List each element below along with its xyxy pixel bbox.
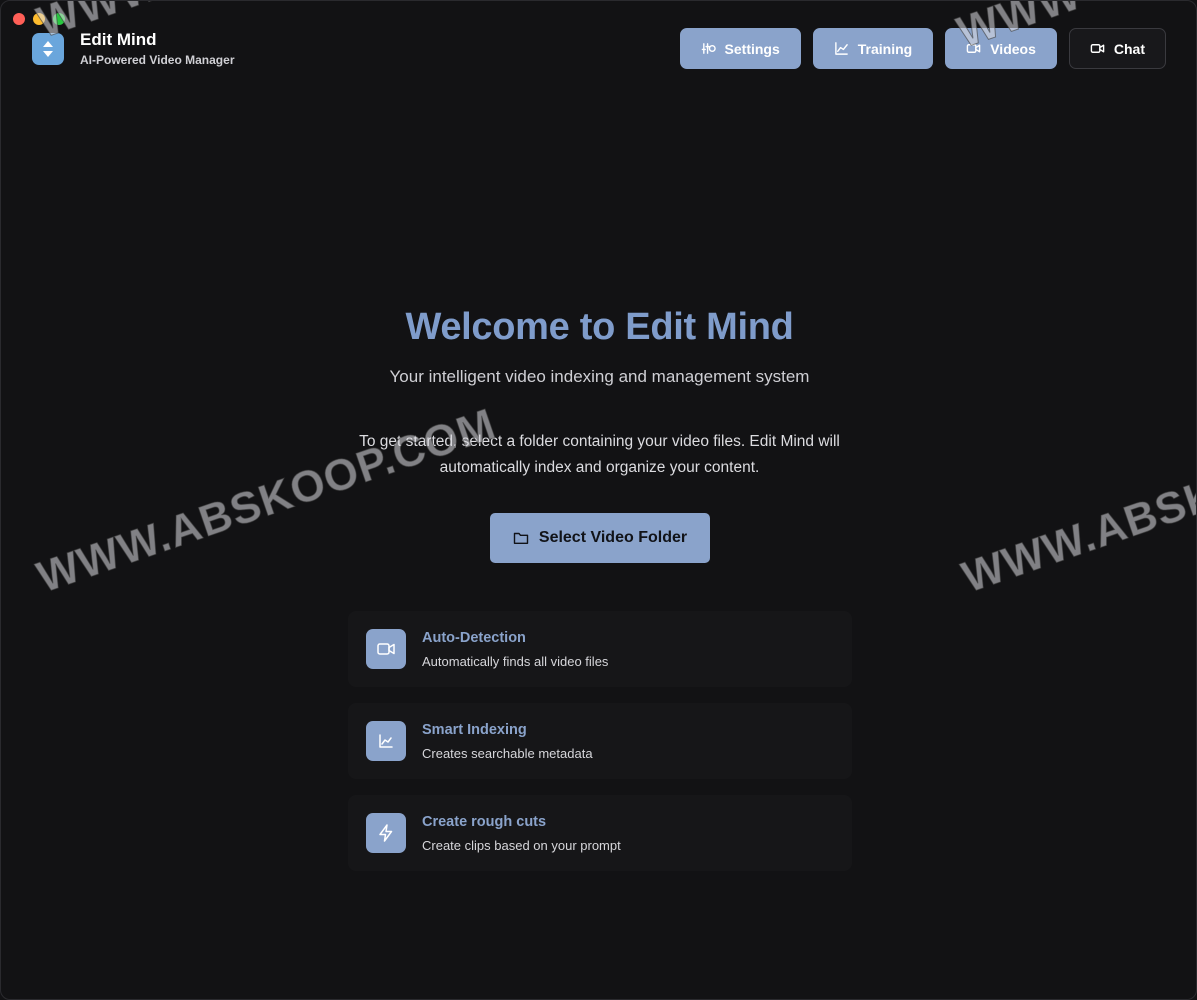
top-nav: Settings Training Videos Chat	[679, 28, 1166, 69]
feature-description: Automatically finds all video files	[422, 653, 609, 669]
settings-button[interactable]: Settings	[679, 28, 801, 69]
video-icon	[1090, 44, 1105, 53]
chart-icon	[366, 721, 406, 761]
lightning-icon	[366, 813, 406, 853]
training-button[interactable]: Training	[812, 28, 934, 69]
chat-button[interactable]: Chat	[1068, 28, 1166, 69]
welcome-title: Welcome to Edit Mind	[405, 306, 794, 348]
settings-button-label: Settings	[724, 40, 780, 57]
chart-icon	[834, 42, 848, 55]
welcome-section: Welcome to Edit Mind Your intelligent vi…	[1, 306, 1196, 481]
feature-title: Smart Indexing	[422, 721, 527, 738]
folder-icon	[513, 532, 529, 544]
training-button-label: Training	[857, 40, 913, 57]
feature-title: Auto-Detection	[422, 629, 526, 646]
app-window: Edit Mind AI-Powered Video Manager Setti…	[0, 0, 1197, 1000]
app-title: Edit Mind	[80, 30, 157, 49]
app-subtitle: AI-Powered Video Manager	[80, 53, 235, 67]
video-icon	[366, 629, 406, 669]
feature-title: Create rough cuts	[422, 813, 547, 830]
select-video-folder-label: Select Video Folder	[538, 529, 688, 546]
chat-button-label: Chat	[1113, 40, 1145, 57]
feature-card: Smart Indexing Creates searchable metada…	[348, 703, 852, 779]
welcome-tagline: Your intelligent video indexing and mana…	[389, 367, 810, 386]
feature-description: Creates searchable metadata	[422, 745, 593, 761]
feature-card: Auto-Detection Automatically finds all v…	[348, 611, 852, 687]
feature-card: Create rough cuts Create clips based on …	[348, 795, 852, 871]
settings-icon	[701, 43, 716, 54]
feature-list: Auto-Detection Automatically finds all v…	[348, 611, 852, 887]
feature-description: Create clips based on your prompt	[422, 837, 621, 853]
select-video-folder-button[interactable]: Select Video Folder	[490, 513, 710, 563]
close-window-button[interactable]	[13, 13, 25, 25]
